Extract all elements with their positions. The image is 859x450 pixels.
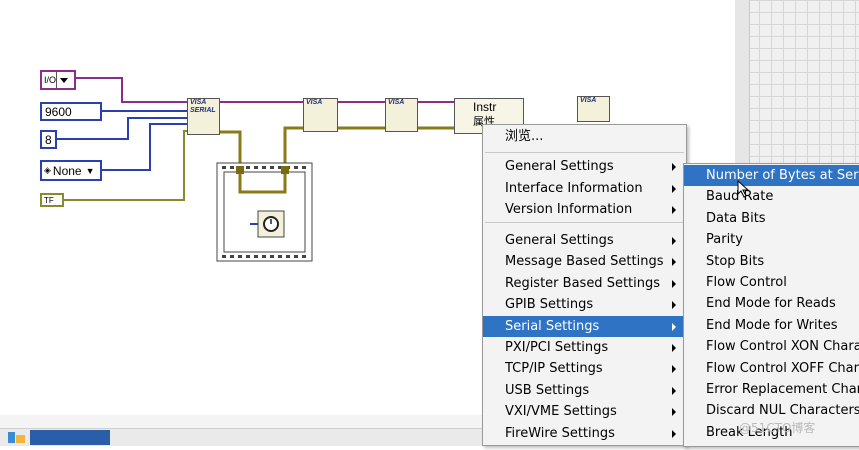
chevron-right-icon bbox=[672, 280, 676, 288]
menu-item[interactable]: Serial Settings bbox=[483, 316, 686, 337]
chevron-down-icon[interactable]: ▼ bbox=[86, 166, 95, 176]
property-node-ref: Instr bbox=[473, 100, 497, 114]
chevron-right-icon bbox=[672, 185, 676, 193]
submenu-item[interactable]: Stop Bits bbox=[684, 251, 859, 272]
menu-item-label: Version Information bbox=[505, 202, 633, 217]
context-menu[interactable]: 浏览... General Settings Interface Informat… bbox=[482, 124, 687, 446]
menu-item[interactable]: Interface Information bbox=[483, 178, 686, 199]
submenu-item-label: Data Bits bbox=[706, 210, 766, 226]
chevron-right-icon bbox=[672, 301, 676, 309]
submenu-item-label: Flow Control bbox=[706, 275, 787, 290]
submenu-item-label: Number of Bytes at Serial bbox=[706, 168, 859, 183]
chevron-right-icon bbox=[672, 258, 676, 266]
submenu-item-label: Stop Bits bbox=[706, 253, 765, 269]
submenu-item[interactable]: Flow Control XOFF Charac bbox=[684, 358, 859, 379]
baud-rate-value: 9600 bbox=[45, 104, 72, 119]
visa-configure-serial-vi[interactable]: VISA SERIAL bbox=[187, 98, 220, 135]
menu-item[interactable]: PXI/PCI Settings bbox=[483, 337, 686, 358]
menu-item-label: Serial Settings bbox=[505, 319, 600, 334]
visa-read-vi[interactable]: VISA bbox=[385, 98, 418, 132]
menu-item[interactable]: GPIB Settings bbox=[483, 294, 686, 315]
menu-item-label: USB Settings bbox=[505, 383, 590, 398]
data-bits-control[interactable]: 8 bbox=[40, 130, 57, 149]
menu-item-label: Register Based Settings bbox=[505, 276, 661, 291]
bool-label: TF bbox=[44, 195, 54, 205]
data-bits-value: 8 bbox=[45, 132, 52, 147]
chevron-right-icon bbox=[672, 163, 676, 171]
submenu-item[interactable]: End Mode for Reads bbox=[684, 293, 859, 314]
submenu-item[interactable]: Baud Rate bbox=[684, 186, 859, 207]
chevron-right-icon bbox=[672, 344, 676, 352]
submenu-item[interactable]: Flow Control bbox=[684, 272, 859, 293]
chevron-right-icon bbox=[672, 206, 676, 214]
menu-item[interactable]: General Settings bbox=[483, 156, 686, 177]
chevron-right-icon bbox=[672, 365, 676, 373]
menu-item-label: VXI/VME Settings bbox=[505, 404, 617, 419]
menu-item[interactable]: General Settings bbox=[483, 230, 686, 251]
enum-icon: ◈ bbox=[44, 165, 51, 175]
parity-value: None bbox=[52, 163, 82, 178]
menu-item[interactable]: TCP/IP Settings bbox=[483, 358, 686, 379]
parity-control[interactable]: ◈ None ▼ bbox=[40, 160, 102, 181]
submenu-item[interactable]: Number of Bytes at Serial bbox=[684, 165, 859, 186]
menu-separator bbox=[485, 152, 684, 153]
visa-write-vi[interactable]: VISA bbox=[303, 98, 338, 132]
vi-label: VISA bbox=[306, 99, 323, 106]
menu-item[interactable]: Register Based Settings bbox=[483, 273, 686, 294]
submenu-item[interactable]: Data Bits bbox=[684, 208, 859, 229]
menu-item-label: Message Based Settings bbox=[505, 254, 664, 269]
menu-item-label: TCP/IP Settings bbox=[505, 361, 603, 376]
menu-item[interactable]: VXI/VME Settings bbox=[483, 401, 686, 422]
menu-item[interactable]: Message Based Settings bbox=[483, 251, 686, 272]
app-icon[interactable] bbox=[6, 430, 28, 445]
menu-item[interactable]: FireWire Settings bbox=[483, 423, 686, 444]
submenu-item[interactable]: End Mode for Writes bbox=[684, 315, 859, 336]
submenu-item-label: Flow Control XON Charac bbox=[706, 339, 859, 355]
menu-item-label: PXI/PCI Settings bbox=[505, 340, 609, 355]
submenu-item-label: Parity bbox=[706, 232, 743, 248]
resource-label: I/O bbox=[44, 75, 57, 85]
watermark: @51CTO博客 bbox=[739, 421, 816, 435]
submenu-item-label: End Mode for Writes bbox=[706, 317, 838, 333]
menu-item[interactable]: USB Settings bbox=[483, 380, 686, 401]
baud-rate-control[interactable]: 9600 bbox=[40, 102, 102, 121]
submenu-item[interactable]: Error Replacement Charac bbox=[684, 379, 859, 400]
menu-item-label: General Settings bbox=[505, 159, 614, 174]
vi-label: VISA SERIAL bbox=[190, 99, 216, 114]
chevron-right-icon bbox=[672, 323, 676, 331]
menu-item-browse[interactable]: 浏览... bbox=[483, 126, 686, 147]
chevron-down-icon[interactable] bbox=[56, 72, 70, 88]
submenu-item-label: Flow Control XOFF Charac bbox=[706, 360, 859, 376]
taskbar-button[interactable] bbox=[30, 430, 110, 445]
submenu-item-label: Error Replacement Charac bbox=[706, 382, 859, 397]
submenu-item[interactable]: Parity bbox=[684, 229, 859, 250]
menu-item-label: FireWire Settings bbox=[505, 426, 615, 441]
menu-item-label: Interface Information bbox=[505, 181, 643, 196]
serial-settings-submenu[interactable]: Number of Bytes at Serial Baud Rate Data B… bbox=[683, 163, 859, 447]
chevron-right-icon bbox=[672, 430, 676, 438]
vi-label: VISA bbox=[580, 97, 597, 104]
chevron-right-icon bbox=[672, 408, 676, 416]
menu-item-label: GPIB Settings bbox=[505, 297, 594, 312]
menu-item-label: General Settings bbox=[505, 233, 614, 248]
boolean-constant[interactable]: TF bbox=[40, 193, 64, 207]
visa-close-vi[interactable]: VISA bbox=[577, 96, 610, 122]
mouse-cursor-icon bbox=[737, 180, 750, 198]
submenu-item-label: End Mode for Reads bbox=[706, 296, 836, 312]
chevron-right-icon bbox=[672, 387, 676, 395]
menu-item[interactable]: Version Information bbox=[483, 199, 686, 220]
vi-label: VISA bbox=[388, 99, 405, 106]
visa-resource-control[interactable]: I/O bbox=[40, 70, 76, 90]
chevron-right-icon bbox=[672, 237, 676, 245]
menu-separator bbox=[485, 222, 684, 223]
submenu-item[interactable]: Flow Control XON Charac bbox=[684, 336, 859, 357]
